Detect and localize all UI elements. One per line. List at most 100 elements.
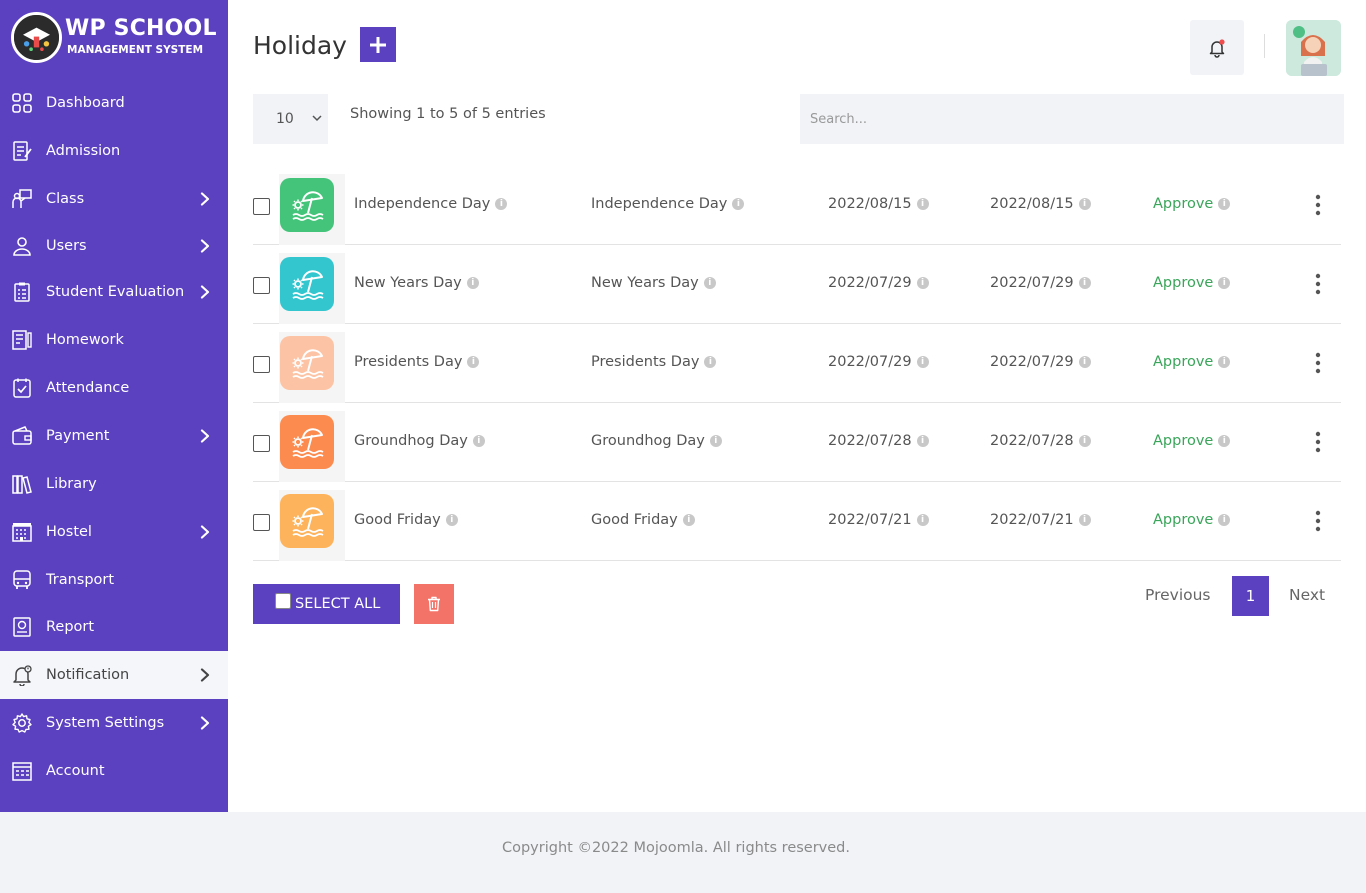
info-icon[interactable]: i [1218, 198, 1231, 210]
table-row: Independence Day i Independence Day i 2022/0… [253, 166, 1341, 245]
delete-selected-button[interactable] [414, 584, 454, 624]
info-icon[interactable]: i [445, 514, 458, 526]
info-icon[interactable]: i [466, 277, 479, 289]
chevron-right-icon[interactable] [198, 239, 212, 253]
info-icon[interactable]: i [1078, 198, 1091, 210]
info-icon[interactable]: i [1078, 435, 1091, 447]
info-icon[interactable]: i [1218, 277, 1231, 289]
sidebar-item-transport[interactable]: Transport [0, 556, 228, 604]
library-books-icon [11, 473, 33, 495]
brand-subtitle: MANAGEMENT SYSTEM [67, 44, 204, 56]
sidebar-item-admission[interactable]: Admission [0, 127, 228, 175]
info-icon[interactable]: i [916, 198, 929, 210]
holiday-name-cell-text: New Years Day [354, 275, 462, 291]
row-checkbox[interactable] [253, 514, 270, 531]
pagination-next[interactable]: Next [1289, 586, 1325, 604]
select-all-label: SELECT ALL [295, 596, 381, 612]
sidebar-item-label: Account [46, 763, 105, 779]
sidebar-item-label: Library [46, 476, 97, 492]
end-date-cell: 2022/07/29 i [990, 354, 1091, 370]
sidebar-item-account[interactable]: Account [0, 747, 228, 795]
info-icon[interactable]: i [916, 435, 929, 447]
info-icon[interactable]: i [682, 514, 695, 526]
sidebar-item-library[interactable]: Library [0, 460, 228, 508]
status-cell: Approve i [1153, 354, 1231, 370]
info-icon[interactable]: i [472, 435, 485, 447]
start-date-cell-text: 2022/07/29 [828, 275, 912, 291]
row-checkbox[interactable] [253, 277, 270, 294]
start-date-cell: 2022/07/29 i [828, 354, 929, 370]
select-all-button[interactable]: SELECT ALL [253, 584, 400, 624]
sidebar-item-class[interactable]: Class [0, 175, 228, 223]
start-date-cell: 2022/07/29 i [828, 275, 929, 291]
holiday-name-cell: New Years Day i [354, 275, 479, 291]
info-icon[interactable]: i [732, 198, 745, 210]
chevron-right-icon[interactable] [198, 525, 212, 539]
row-actions-menu-icon[interactable] [1313, 350, 1323, 376]
status-cell-text: Approve [1153, 196, 1214, 212]
sidebar-item-homework[interactable]: Homework [0, 316, 228, 364]
row-checkbox[interactable] [253, 435, 270, 452]
add-holiday-button[interactable] [360, 27, 396, 62]
info-icon[interactable]: i [703, 277, 716, 289]
copyright-text: Copyright ©2022 Mojoomla. All rights res… [501, 840, 850, 856]
brand[interactable]: WP SCHOOL MANAGEMENT SYSTEM [11, 12, 226, 64]
table-row: Good Friday i Good Friday i 2022/07/21 i 2022/… [253, 482, 1341, 561]
info-icon[interactable]: i [495, 198, 508, 210]
attendance-check-icon [11, 377, 33, 399]
row-checkbox[interactable] [253, 356, 270, 373]
info-icon[interactable]: i [467, 356, 480, 368]
select-all-checkbox[interactable] [275, 593, 291, 609]
sidebar-item-attendance[interactable]: Attendance [0, 364, 228, 412]
row-actions-menu-icon[interactable] [1313, 508, 1323, 534]
avatar-illustration-icon [1286, 20, 1341, 76]
chevron-right-icon[interactable] [198, 192, 212, 206]
chevron-right-icon[interactable] [198, 285, 212, 299]
row-actions-menu-icon[interactable] [1313, 192, 1323, 218]
row-checkbox[interactable] [253, 198, 270, 215]
pagination-page-1[interactable]: 1 [1232, 576, 1269, 616]
sidebar-item-hostel[interactable]: Hostel [0, 508, 228, 556]
sidebar-item-payment[interactable]: Payment [0, 412, 228, 460]
pagination-previous[interactable]: Previous [1145, 586, 1211, 604]
page-size-select[interactable]: 10 [253, 94, 328, 144]
info-icon[interactable]: i [916, 514, 929, 526]
info-icon[interactable]: i [1218, 356, 1231, 368]
sidebar-item-dashboard[interactable]: Dashboard [0, 79, 228, 127]
sidebar-item-label: System Settings [46, 715, 165, 731]
info-icon[interactable]: i [1078, 514, 1091, 526]
info-icon[interactable]: i [1078, 356, 1091, 368]
wallet-icon [11, 425, 33, 447]
row-actions-menu-icon[interactable] [1313, 271, 1323, 297]
info-icon[interactable]: i [1078, 277, 1091, 289]
entries-info: Showing 1 to 5 of 5 entries [350, 106, 546, 122]
notification-bell-button[interactable] [1190, 20, 1244, 75]
sidebar-item-student-evaluation[interactable]: Student Evaluation [0, 268, 228, 316]
chevron-right-icon[interactable] [198, 668, 212, 682]
info-icon[interactable]: i [704, 356, 717, 368]
footer: Copyright ©2022 Mojoomla. All rights res… [0, 812, 1366, 893]
info-icon[interactable]: i [916, 356, 929, 368]
holiday-thumbnail [280, 494, 334, 548]
end-date-cell: 2022/08/15 i [990, 196, 1091, 212]
sidebar-item-label: Report [46, 619, 95, 635]
sidebar-item-report[interactable]: Report [0, 603, 228, 651]
row-actions-menu-icon[interactable] [1313, 429, 1323, 455]
chevron-right-icon[interactable] [198, 716, 212, 730]
end-date-cell-text: 2022/08/15 [990, 196, 1074, 212]
status-cell: Approve i [1153, 275, 1231, 291]
class-teacher-icon [11, 188, 33, 210]
sidebar-item-users[interactable]: Users [0, 222, 228, 270]
info-icon[interactable]: i [1218, 514, 1231, 526]
info-icon[interactable]: i [916, 277, 929, 289]
search-input[interactable] [800, 94, 1344, 144]
sidebar-item-system-settings[interactable]: System Settings [0, 699, 228, 747]
sidebar-item-label: Hostel [46, 524, 92, 540]
info-icon[interactable]: i [709, 435, 722, 447]
info-icon[interactable]: i [1218, 435, 1231, 447]
status-cell-text: Approve [1153, 433, 1214, 449]
user-avatar[interactable] [1286, 20, 1341, 76]
sidebar-item-notification[interactable]: Notification [0, 651, 228, 699]
holiday-description-cell: Good Friday i [591, 512, 695, 528]
chevron-right-icon[interactable] [198, 429, 212, 443]
